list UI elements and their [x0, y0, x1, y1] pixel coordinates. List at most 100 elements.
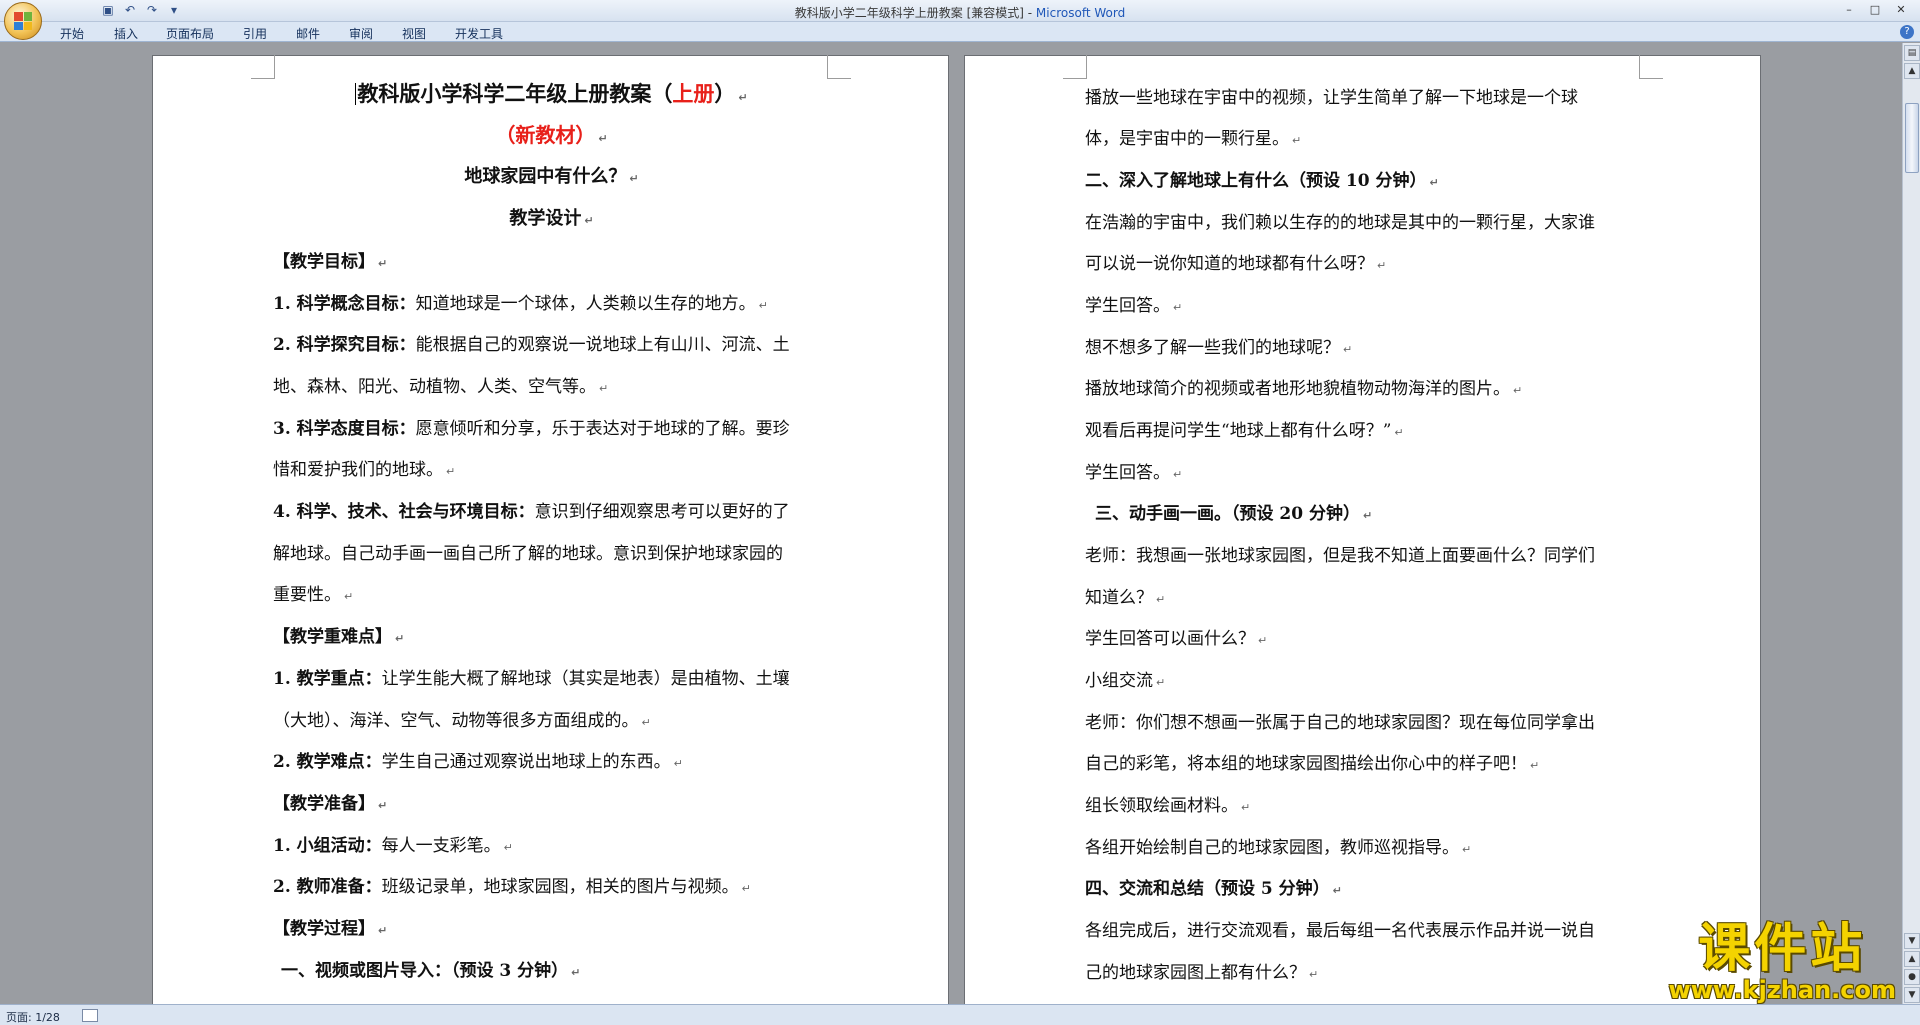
section-heading: 三、动手画一画。（预设 20 分钟） ↵ — [1095, 504, 1373, 524]
section-heading: 四、交流和总结（预设 5 分钟） ↵ — [1085, 879, 1342, 899]
next-page-icon[interactable]: ▼ — [1904, 987, 1920, 1003]
close-button[interactable]: ✕ — [1888, 1, 1914, 19]
tab-insert[interactable]: 插入 — [114, 25, 138, 42]
paragraph-mark-icon: ↵ — [1394, 426, 1404, 439]
watermark-title: 课件站 — [1698, 919, 1867, 979]
section-heading: 【教学目标】 ↵ — [273, 252, 388, 272]
design-heading: 教学设计 ↵ — [509, 208, 594, 229]
paragraph-mark-icon: ↵ — [378, 257, 388, 270]
paragraph-mark-icon: ↵ — [446, 465, 456, 478]
paragraph: 播放一些地球在宇宙中的视频，让学生简单了解一下地球是一个球 — [1085, 88, 1578, 108]
window-controls: – □ ✕ — [1836, 1, 1914, 19]
lesson-title: 地球家园中有什么？ ↵ — [464, 166, 639, 187]
paragraph-mark-icon: ↵ — [738, 91, 748, 104]
paragraph-mark-icon: ↵ — [1292, 134, 1302, 147]
title-bar: ▣ ↶ ↷ ▾ 教科版小学二年级科学上册教案 [兼容模式] - Microsof… — [0, 0, 1920, 22]
previous-page-icon[interactable]: ▲ — [1904, 951, 1920, 967]
paragraph: 2. 教学难点：学生自己通过观察说出地球上的东西。 ↵ — [273, 752, 683, 772]
tab-review[interactable]: 审阅 — [349, 25, 373, 42]
paragraph: 4. 科学、技术、社会与环境目标：意识到仔细观察思考可以更好的了 — [273, 502, 790, 522]
section-heading: 一、视频或图片导入：（预设 3 分钟） ↵ — [281, 961, 581, 981]
paragraph: 想不想多了解一些我们的地球呢？ ↵ — [1085, 338, 1353, 358]
paragraph: 学生回答可以画什么？ ↵ — [1085, 629, 1268, 649]
paragraph-mark-icon: ↵ — [1258, 634, 1268, 647]
paragraph: 小组交流 ↵ — [1085, 671, 1166, 691]
page-right[interactable]: 播放一些地球在宇宙中的视频，让学生简单了解一下地球是一个球 体，是宇宙中的一颗行… — [964, 55, 1761, 1004]
paragraph: 重要性。 ↵ — [273, 585, 354, 605]
page-left[interactable]: 教科版小学科学二年级上册教案（上册） ↵ （新教材） ↵ 地球家园中有什么？ ↵ 教学… — [152, 55, 949, 1004]
tab-mailings[interactable]: 邮件 — [296, 25, 320, 42]
paragraph-mark-icon: ↵ — [1173, 301, 1183, 314]
paragraph: 2. 教师准备：班级记录单，地球家园图，相关的图片与视频。 ↵ — [273, 877, 751, 897]
paragraph-mark-icon: ↵ — [1156, 676, 1166, 689]
paragraph-mark-icon: ↵ — [629, 172, 639, 185]
help-icon[interactable]: ? — [1900, 25, 1914, 39]
section-heading: 【教学准备】 ↵ — [273, 794, 388, 814]
paragraph-mark-icon: ↵ — [641, 716, 651, 729]
title-highlight: 上册 — [672, 81, 715, 106]
document-title: 教科版小学二年级科学上册教案 [兼容模式] - — [794, 6, 1036, 20]
scroll-up-icon[interactable]: ▲ — [1904, 63, 1920, 79]
paragraph-mark-icon: ↵ — [584, 214, 594, 227]
browse-object-icon[interactable]: ● — [1904, 969, 1920, 985]
section-heading: 【教学重难点】 ↵ — [273, 627, 405, 647]
paragraph-mark-icon: ↵ — [1343, 343, 1353, 356]
page-count[interactable]: 页面: 1/28 — [6, 1009, 60, 1025]
watermark-url: www.kjzhan.com — [1668, 976, 1896, 1004]
paragraph: 体，是宇宙中的一颗行星。 ↵ — [1085, 129, 1302, 149]
scroll-thumb[interactable] — [1905, 103, 1919, 173]
ruler-toggle-icon[interactable]: ▤ — [1904, 45, 1920, 61]
paragraph-mark-icon: ↵ — [1241, 801, 1251, 814]
paragraph: 老师：你们想不想画一张属于自己的地球家园图？现在每位同学拿出 — [1085, 713, 1595, 733]
paragraph-mark-icon: ↵ — [571, 966, 581, 979]
paragraph-mark-icon: ↵ — [1462, 843, 1472, 856]
vertical-scrollbar[interactable]: ▤ ▲ ▼ ▲ ● ▼ — [1902, 43, 1920, 1004]
paragraph-mark-icon: ↵ — [1156, 593, 1166, 606]
crop-mark — [1639, 55, 1663, 79]
paragraph-mark-icon: ↵ — [378, 924, 388, 937]
paragraph-mark-icon: ↵ — [1429, 176, 1439, 189]
app-name: Microsoft Word — [1035, 6, 1126, 20]
paragraph: 2. 科学探究目标：能根据自己的观察说一说地球上有山川、河流、土 — [273, 335, 790, 355]
section-heading: 【教学过程】 ↵ — [273, 919, 388, 939]
watermark-logo: 课件站 www.kjzhan.com — [1669, 920, 1896, 1004]
paragraph: 学生回答。 ↵ — [1085, 463, 1183, 483]
tab-home[interactable]: 开始 — [60, 25, 84, 42]
paragraph-mark-icon: ↵ — [673, 757, 683, 770]
paragraph: 地、森林、阳光、动植物、人类、空气等。 ↵ — [273, 377, 609, 397]
paragraph: 在浩瀚的宇宙中，我们赖以生存的的地球是其中的一颗行星，大家谁 — [1085, 213, 1595, 233]
paragraph: 1. 教学重点：让学生能大概了解地球（其实是地表）是由植物、土壤 — [273, 669, 790, 689]
office-button[interactable] — [4, 2, 42, 40]
tab-references[interactable]: 引用 — [243, 25, 267, 42]
paragraph: 可以说一说你知道的地球都有什么呀？ ↵ — [1085, 254, 1387, 274]
document-area[interactable]: 教科版小学科学二年级上册教案（上册） ↵ （新教材） ↵ 地球家园中有什么？ ↵ 教学… — [0, 43, 1902, 1004]
paragraph: 知道么？ ↵ — [1085, 588, 1166, 608]
crop-mark — [251, 55, 275, 79]
scroll-down-icon[interactable]: ▼ — [1904, 933, 1920, 949]
paragraph-mark-icon: ↵ — [599, 382, 609, 395]
paragraph-mark-icon: ↵ — [378, 799, 388, 812]
minimize-button[interactable]: – — [1836, 1, 1862, 19]
paragraph-mark-icon: ↵ — [344, 590, 354, 603]
paragraph-mark-icon: ↵ — [1332, 884, 1342, 897]
status-bar: 页面: 1/28 — [0, 1004, 1920, 1025]
tab-developer[interactable]: 开发工具 — [455, 25, 503, 42]
paragraph: 3. 科学态度目标：愿意倾听和分享，乐于表达对于地球的了解。要珍 — [273, 419, 790, 439]
proofing-icon[interactable] — [82, 1009, 98, 1022]
paragraph: 各组完成后，进行交流观看，最后每组一名代表展示作品并说一说自 — [1085, 921, 1595, 941]
paragraph-mark-icon: ↵ — [598, 132, 608, 145]
paragraph: 解地球。自己动手画一画自己所了解的地球。意识到保护地球家园的 — [273, 544, 783, 564]
paragraph: 观看后再提问学生“地球上都有什么呀？” ↵ — [1085, 421, 1404, 441]
ribbon-tabs: 开始 插入 页面布局 引用 邮件 审阅 视图 开发工具 ? — [0, 22, 1920, 42]
tab-page-layout[interactable]: 页面布局 — [166, 25, 214, 42]
paragraph-mark-icon: ↵ — [1530, 759, 1540, 772]
tab-view[interactable]: 视图 — [402, 25, 426, 42]
section-heading: 二、深入了解地球上有什么（预设 10 分钟） ↵ — [1085, 171, 1439, 191]
paragraph: 组长领取绘画材料。 ↵ — [1085, 796, 1251, 816]
paragraph-mark-icon: ↵ — [1309, 968, 1319, 981]
paragraph-mark-icon: ↵ — [1363, 509, 1373, 522]
paragraph: 播放地球简介的视频或者地形地貌植物动物海洋的图片。 ↵ — [1085, 379, 1523, 399]
maximize-button[interactable]: □ — [1862, 1, 1888, 19]
window-title: 教科版小学二年级科学上册教案 [兼容模式] - Microsoft Word — [0, 4, 1920, 21]
paragraph-mark-icon: ↵ — [1173, 468, 1183, 481]
